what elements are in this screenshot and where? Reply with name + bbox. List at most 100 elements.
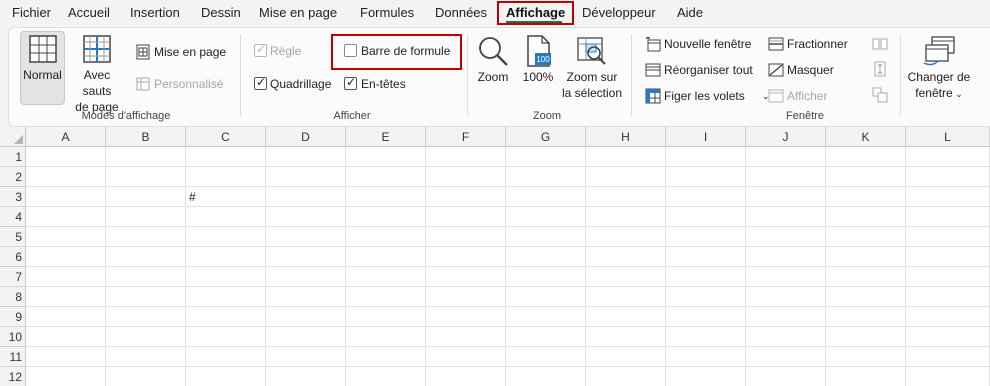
cell-j12[interactable] [746,367,826,386]
tab-developpeur[interactable]: Développeur [582,4,656,22]
cell-g5[interactable] [506,227,586,247]
cell-j4[interactable] [746,207,826,227]
cell-h5[interactable] [586,227,666,247]
switch-windows-button[interactable]: Changer de fenêtre ⌄ [904,35,974,102]
cell-e1[interactable] [346,147,426,167]
cell-i12[interactable] [666,367,746,386]
cell-j1[interactable] [746,147,826,167]
cell-f9[interactable] [426,307,506,327]
cell-e2[interactable] [346,167,426,187]
cell-b12[interactable] [106,367,186,386]
cell-g9[interactable] [506,307,586,327]
cell-g3[interactable] [506,187,586,207]
column-header-h[interactable]: H [586,127,666,147]
column-header-l[interactable]: L [906,127,990,147]
cell-e7[interactable] [346,267,426,287]
cell-b4[interactable] [106,207,186,227]
column-header-c[interactable]: C [186,127,266,147]
cell-g7[interactable] [506,267,586,287]
cell-f1[interactable] [426,147,506,167]
cell-j2[interactable] [746,167,826,187]
cell-d10[interactable] [266,327,346,347]
cell-b2[interactable] [106,167,186,187]
cell-d1[interactable] [266,147,346,167]
cell-c12[interactable] [186,367,266,386]
cell-f5[interactable] [426,227,506,247]
cell-e9[interactable] [346,307,426,327]
cell-d5[interactable] [266,227,346,247]
cell-e8[interactable] [346,287,426,307]
cell-k1[interactable] [826,147,906,167]
cell-i11[interactable] [666,347,746,367]
cell-l4[interactable] [906,207,990,227]
cell-a5[interactable] [26,227,106,247]
cell-l7[interactable] [906,267,990,287]
row-header-6[interactable]: 6 [0,247,26,267]
worksheet-grid[interactable]: A B C D E F G H I J K L 1 2 3 #4 5 6 7 8 9 10 11 12 [0,127,990,386]
select-all-corner[interactable] [0,127,26,147]
cell-k5[interactable] [826,227,906,247]
cell-h7[interactable] [586,267,666,287]
cell-j11[interactable] [746,347,826,367]
cell-c2[interactable] [186,167,266,187]
cell-c3[interactable]: # [186,187,266,207]
cell-f11[interactable] [426,347,506,367]
cell-j10[interactable] [746,327,826,347]
cell-a10[interactable] [26,327,106,347]
cell-a3[interactable] [26,187,106,207]
cell-l6[interactable] [906,247,990,267]
ruler-checkbox[interactable]: ✓ [254,42,267,57]
row-header-12[interactable]: 12 [0,367,26,386]
cell-k7[interactable] [826,267,906,287]
cell-g2[interactable] [506,167,586,187]
cell-f7[interactable] [426,267,506,287]
view-side-by-side-icon[interactable] [872,37,888,51]
tab-aide[interactable]: Aide [677,4,703,22]
cell-d6[interactable] [266,247,346,267]
cell-h1[interactable] [586,147,666,167]
column-header-k[interactable]: K [826,127,906,147]
cell-g4[interactable] [506,207,586,227]
cell-c4[interactable] [186,207,266,227]
cell-k4[interactable] [826,207,906,227]
tab-insertion[interactable]: Insertion [130,4,180,22]
column-header-b[interactable]: B [106,127,186,147]
cell-j9[interactable] [746,307,826,327]
cell-c10[interactable] [186,327,266,347]
cell-c7[interactable] [186,267,266,287]
cell-k2[interactable] [826,167,906,187]
cell-a2[interactable] [26,167,106,187]
column-header-j[interactable]: J [746,127,826,147]
cell-h10[interactable] [586,327,666,347]
cell-l12[interactable] [906,367,990,386]
cell-c6[interactable] [186,247,266,267]
cell-k3[interactable] [826,187,906,207]
cell-j6[interactable] [746,247,826,267]
tab-mise-en-page[interactable]: Mise en page [259,4,337,22]
cell-h6[interactable] [586,247,666,267]
cell-l2[interactable] [906,167,990,187]
cell-e10[interactable] [346,327,426,347]
synchronous-scrolling-icon[interactable] [872,61,888,77]
cell-a12[interactable] [26,367,106,386]
cell-d2[interactable] [266,167,346,187]
cell-l10[interactable] [906,327,990,347]
cell-l9[interactable] [906,307,990,327]
cell-i5[interactable] [666,227,746,247]
cell-f4[interactable] [426,207,506,227]
column-header-g[interactable]: G [506,127,586,147]
tab-dessin[interactable]: Dessin [201,4,241,22]
cell-l8[interactable] [906,287,990,307]
cell-h12[interactable] [586,367,666,386]
gridlines-checkbox[interactable]: ✓ [254,75,267,90]
reset-window-position-icon[interactable] [872,87,888,103]
column-header-a[interactable]: A [26,127,106,147]
cell-a4[interactable] [26,207,106,227]
row-header-2[interactable]: 2 [0,167,26,187]
tab-donnees[interactable]: Données [435,4,487,22]
cell-h2[interactable] [586,167,666,187]
headings-checkbox[interactable]: ✓ [344,75,357,90]
cell-h8[interactable] [586,287,666,307]
zoom-100-button[interactable]: 100 100% [520,35,556,85]
cell-f2[interactable] [426,167,506,187]
